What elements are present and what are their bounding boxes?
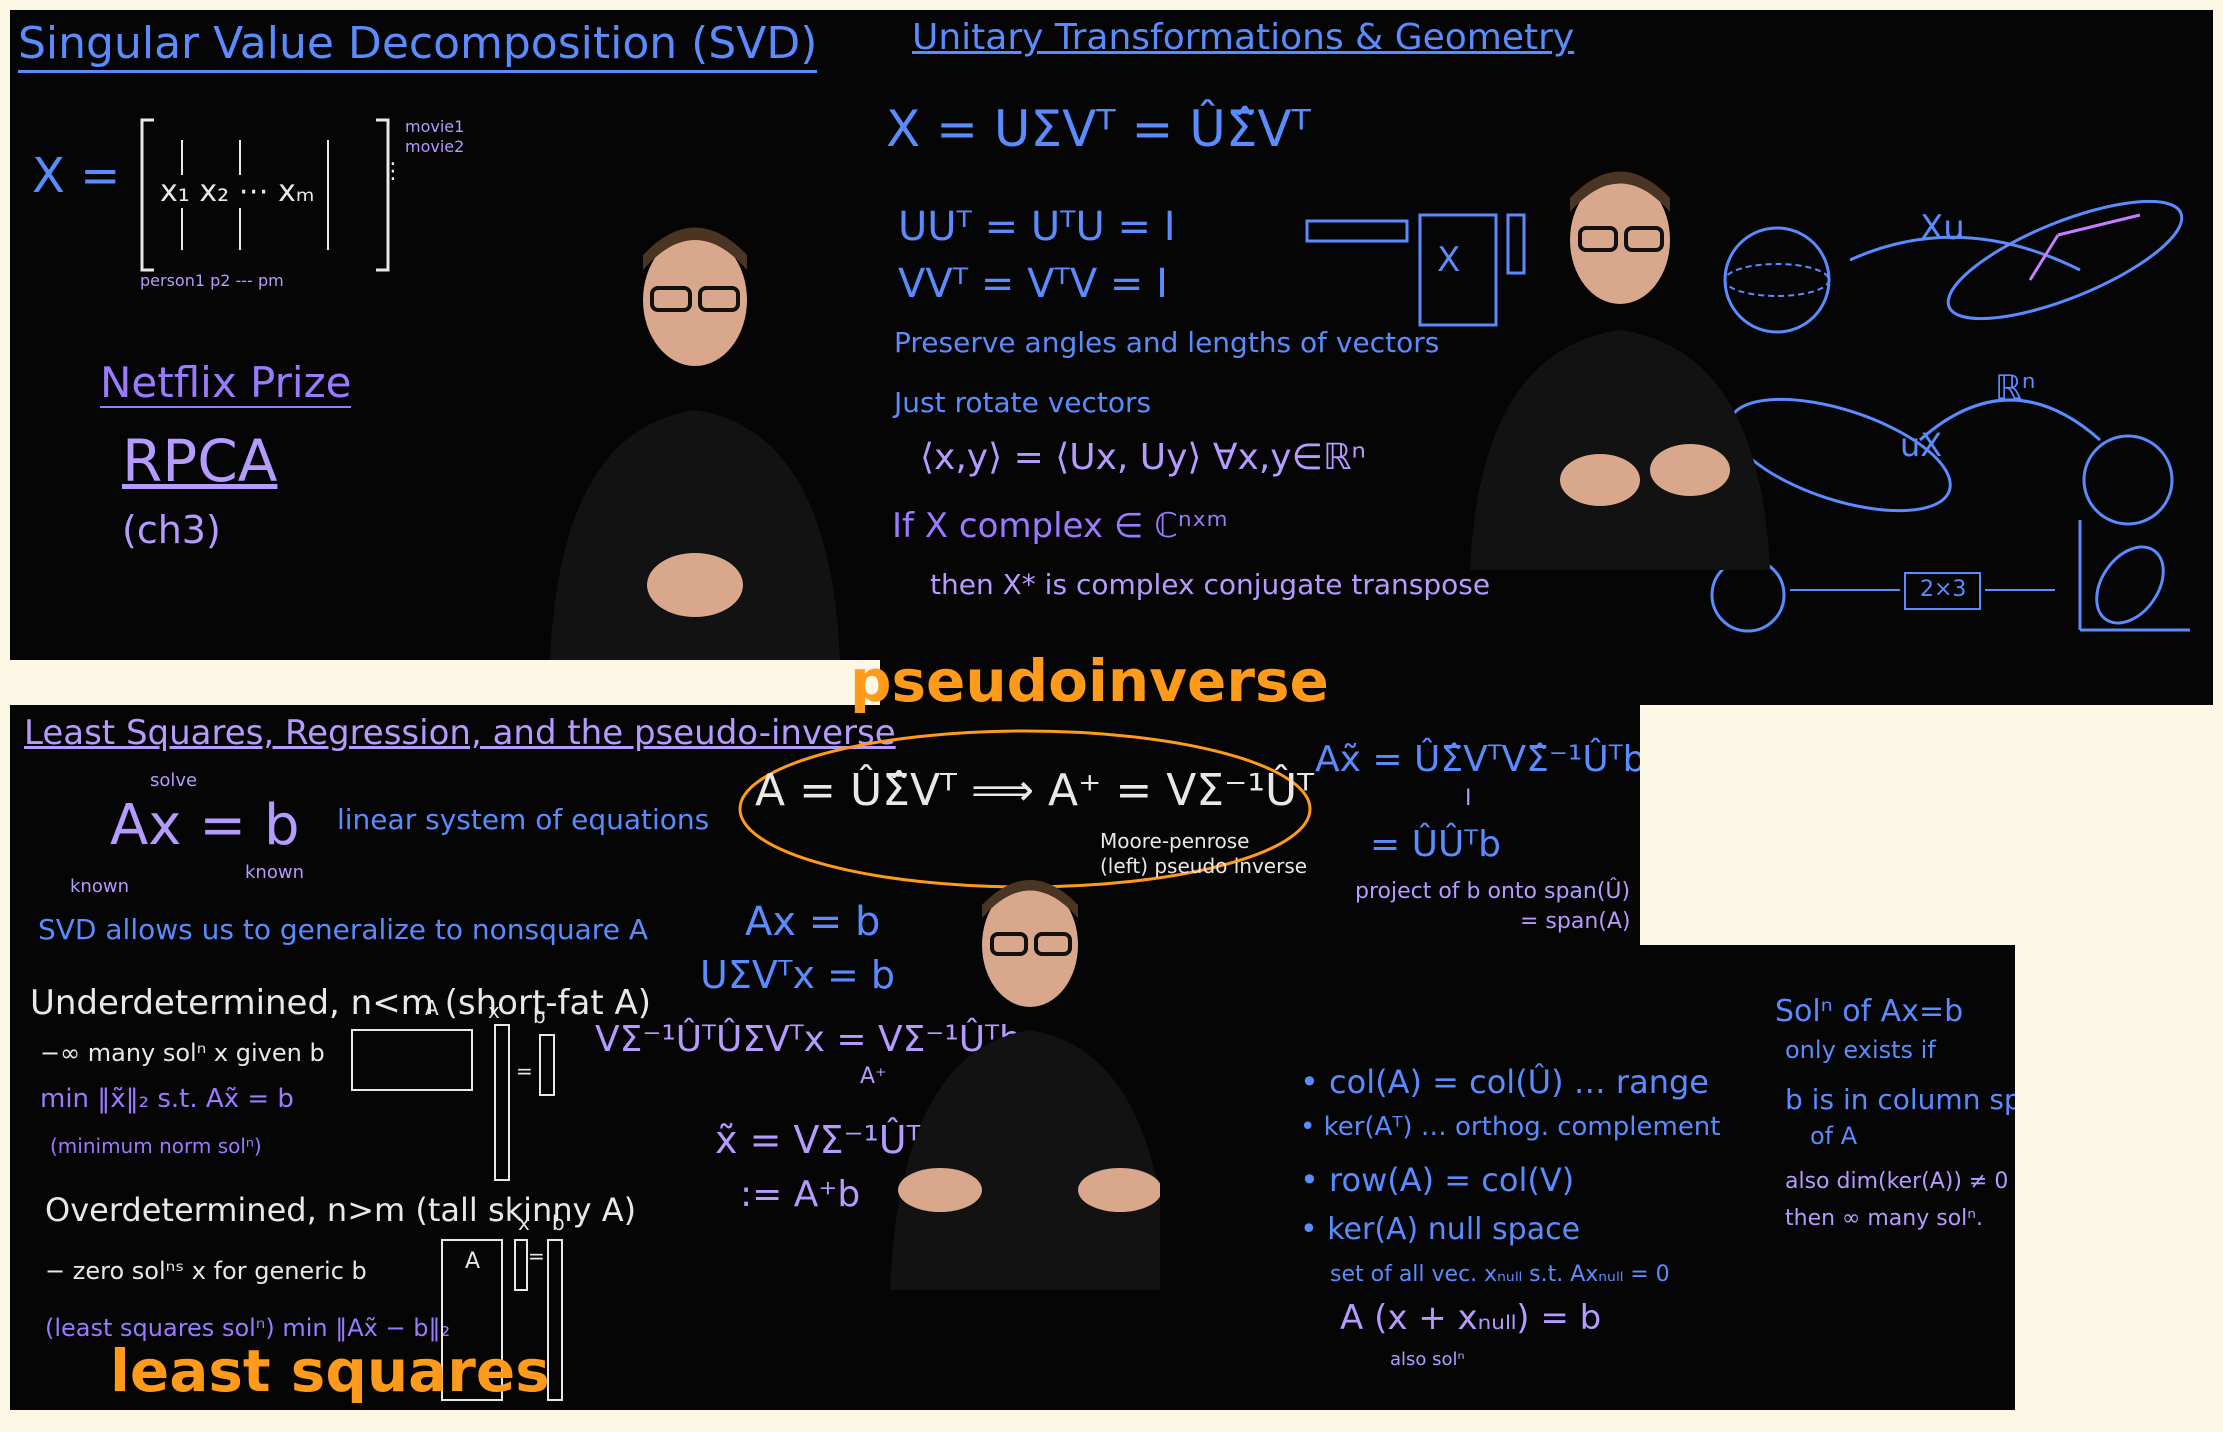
svd-intro-panel: Singular Value Decomposition (SVD) X = x… [10, 10, 880, 660]
bullet-col: • col(A) = col(Û) … range [1300, 1063, 1709, 1101]
ux-label: uX [1900, 426, 1943, 464]
box-x-label: X [1437, 240, 1461, 280]
matrix-row-2: movie2 [405, 137, 465, 156]
eq-uut: UUᵀ = UᵀU = I [898, 204, 1176, 250]
bullet-ker: • ker(A) null space [1300, 1212, 1581, 1247]
axb-main: Ax = b [110, 793, 300, 858]
mid-eq-1: Ax = b [745, 899, 881, 945]
underdetermined-heading: Underdetermined, n<m (short-fat A) [30, 983, 652, 1023]
sol-line-6: then ∞ many solⁿ. [1785, 1206, 1984, 1231]
presenter-figure [550, 227, 840, 660]
under-label-a: A [425, 996, 439, 1020]
sol-heading: Solⁿ of Ax=b [1775, 994, 1964, 1029]
matrix-row-1: movie1 [405, 117, 465, 136]
least-squares-label: least squares [110, 1337, 550, 1405]
sol-line-4: of A [1810, 1122, 1858, 1150]
eq-vvt: VVᵀ = VᵀV = I [898, 261, 1168, 307]
under-line-2: min ‖x̃‖₂ s.t. Ax̃ = b [40, 1084, 294, 1114]
over-label-b: b [552, 1211, 565, 1235]
also-sol-label: also solⁿ [1390, 1349, 1465, 1370]
under-label-b: b [533, 1004, 546, 1028]
matrix-row-dots: ⋮ [382, 159, 404, 184]
ch3-label: (ch3) [122, 508, 221, 552]
short-fat-diagram [351, 1024, 555, 1181]
linear-system-label: linear system of equations [337, 803, 710, 836]
moore-penrose-label: Moore-penrose [1100, 829, 1250, 853]
under-line-3: (minimum norm solⁿ) [50, 1134, 262, 1158]
rotate-text: Just rotate vectors [894, 386, 1152, 419]
presenter-figure-3 [890, 880, 1170, 1290]
over-line-1: − zero solⁿˢ x for generic b [45, 1257, 367, 1285]
sol-line-2: only exists if [1785, 1036, 1936, 1064]
right-eq-3: project of b onto span(Û) [1355, 879, 1631, 904]
rpca-label: RPCA [122, 427, 278, 495]
matrix-bottom-labels: person1 p2 --- pm [140, 271, 284, 290]
known-label-b: known [245, 862, 304, 883]
mid-eq-2: UΣVᵀx = b [700, 953, 896, 997]
right-eq-4: = span(A) [1520, 909, 1631, 934]
over-equals: = [528, 1244, 545, 1268]
solve-label: solve [150, 770, 198, 791]
presenter-figure-2 [1470, 171, 1770, 570]
svd-allows-text: SVD allows us to generalize to nonsquare… [38, 913, 648, 946]
matrix-columns: x₁ x₂ ⋯ xₘ [160, 174, 315, 209]
right-eq-1: Ax̃ = ÛΣ̂VᵀVΣ̂⁻¹Ûᵀb [1315, 739, 1640, 780]
conjugate-text: then X* is complex conjugate transpose [930, 568, 1491, 601]
bullet-row: • row(A) = col(V) [1300, 1161, 1575, 1199]
under-line-1: −∞ many solⁿ x given b [40, 1039, 325, 1067]
unitary-title: Unitary Transformations & Geometry [912, 17, 1575, 58]
pseudoinverse-label: pseudoinverse [850, 647, 1329, 715]
bullet-ker-at: • ker(Aᵀ) … orthog. complement [1300, 1112, 1721, 1142]
null-space-def: set of all vec. xₙᵤₗₗ s.t. Axₙᵤₗₗ = 0 [1330, 1262, 1670, 1287]
null-eq: A (x + xₙᵤₗₗ) = b [1340, 1298, 1602, 1338]
overdetermined-heading: Overdetermined, n>m (tall skinny A) [45, 1191, 637, 1229]
right-eq-1-identity: I [1465, 786, 1472, 811]
subspaces-panel: • col(A) = col(Û) … range • ker(Aᵀ) … or… [1160, 945, 2015, 1410]
under-label-x: x [488, 999, 500, 1023]
xu-label: Xu [1920, 208, 1965, 248]
sol-line-3: b is in column space [1785, 1083, 2015, 1116]
unitary-panel: Unitary Transformations & Geometry X = U… [880, 10, 2213, 705]
sol-line-5: also dim(ker(A)) ≠ 0 [1785, 1169, 2009, 1194]
over-label-x: x [518, 1211, 530, 1235]
rn-label: ℝⁿ [1995, 368, 2036, 408]
mid-eq-5: := A⁺b [740, 1174, 861, 1215]
netflix-prize: Netflix Prize [100, 358, 352, 409]
complex-text: If X complex ∈ ℂⁿˣᵐ [892, 506, 1228, 546]
pinv-equation: A = ÛΣ̂Vᵀ ⟹ A⁺ = VΣ⁻¹Ûᵀ [755, 765, 1315, 816]
over-label-a: A [465, 1249, 481, 1274]
inner-product-eq: ⟨x,y⟩ = ⟨Ux, Uy⟩ ∀x,y∈ℝⁿ [920, 437, 1366, 478]
matrix-lhs: X = [32, 148, 121, 204]
known-label-a: known [70, 876, 129, 897]
under-equals: = [516, 1059, 533, 1083]
dims-label: 2×3 [1920, 577, 1967, 602]
right-eq-2: = ÛÛᵀb [1370, 824, 1502, 865]
svd-title: Singular Value Decomposition (SVD) [18, 19, 818, 74]
eq-svd-forms: X = UΣVᵀ = ÛΣ̂Vᵀ [886, 100, 1311, 158]
